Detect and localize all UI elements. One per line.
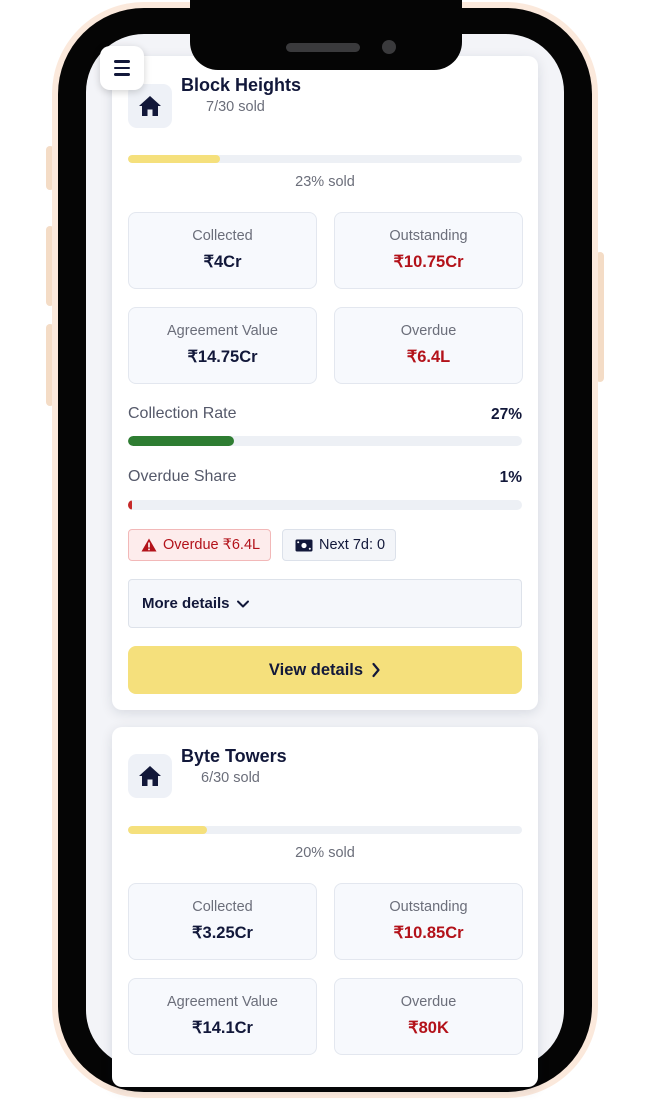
sold-percentage: 20% sold (295, 845, 355, 861)
overdue-label: Overdue (400, 994, 457, 1010)
property-icon-box (128, 84, 172, 128)
overdue-label: Overdue (400, 323, 457, 339)
units-sold: 7/30 sold (206, 99, 265, 115)
agreement-value-amount: ₹14.75Cr (187, 348, 258, 366)
property-card: Byte Towers 6/30 sold 20% sold Collected… (112, 727, 538, 1087)
collection-rate-bar (128, 436, 522, 446)
sold-progress-fill (128, 155, 220, 163)
cash-icon (295, 539, 313, 551)
property-icon-box (128, 754, 172, 798)
outstanding-value: ₹10.85Cr (393, 924, 464, 942)
more-details-toggle[interactable]: More details (128, 579, 522, 628)
agreement-value-label: Agreement Value (167, 323, 278, 339)
home-icon (139, 96, 161, 116)
overdue-share-label: Overdue Share (128, 468, 237, 485)
overdue-value: ₹6.4L (406, 348, 451, 366)
more-details-label: More details (142, 595, 230, 612)
next-7-days-chip[interactable]: Next 7d: 0 (282, 529, 397, 561)
chevron-down-icon (236, 600, 249, 607)
agreement-value-stat: Agreement Value ₹14.1Cr (128, 978, 317, 1055)
overdue-chip-label: Overdue ₹6.4L (163, 537, 261, 553)
chevron-right-icon (372, 662, 380, 678)
overdue-share-value: 1% (499, 469, 522, 486)
outstanding-stat: Outstanding ₹10.85Cr (334, 883, 523, 960)
overdue-stat: Overdue ₹80K (334, 978, 523, 1055)
overdue-stat: Overdue ₹6.4L (334, 307, 523, 384)
outstanding-stat: Outstanding ₹10.75Cr (334, 212, 523, 289)
collection-rate-label: Collection Rate (128, 405, 237, 422)
sold-percentage: 23% sold (295, 174, 355, 190)
menu-button[interactable] (100, 46, 144, 90)
collection-rate-fill (128, 436, 235, 446)
overdue-chip[interactable]: Overdue ₹6.4L (128, 529, 272, 561)
speaker-grille (286, 43, 360, 52)
sold-progress-bar (128, 826, 522, 834)
outstanding-value: ₹10.75Cr (393, 253, 464, 271)
collected-value: ₹4Cr (203, 253, 242, 271)
units-sold: 6/30 sold (201, 770, 260, 786)
view-details-label: View details (268, 660, 364, 679)
collected-label: Collected (192, 228, 253, 244)
outstanding-label: Outstanding (389, 228, 468, 244)
agreement-value-amount: ₹14.1Cr (192, 1019, 253, 1037)
outstanding-label: Outstanding (389, 899, 468, 915)
overdue-value: ₹80K (408, 1019, 449, 1037)
view-details-button[interactable]: View details (128, 646, 522, 694)
collection-rate-value: 27% (490, 406, 522, 423)
front-camera (382, 40, 396, 54)
sold-progress-fill (128, 826, 207, 834)
overdue-share-fill (128, 500, 132, 510)
next-7-days-label: Next 7d: 0 (319, 537, 386, 553)
collected-stat: Collected ₹3.25Cr (128, 883, 317, 960)
collected-value: ₹3.25Cr (192, 924, 253, 942)
warning-icon (141, 538, 157, 552)
agreement-value-label: Agreement Value (167, 994, 278, 1010)
property-name: Byte Towers (181, 746, 287, 766)
hamburger-menu-icon (114, 60, 130, 63)
home-icon (139, 766, 161, 786)
phone-notch (190, 0, 462, 70)
sold-progress-bar (128, 155, 522, 163)
property-name: Block Heights (181, 75, 302, 95)
agreement-value-stat: Agreement Value ₹14.75Cr (128, 307, 317, 384)
collected-label: Collected (192, 899, 253, 915)
collected-stat: Collected ₹4Cr (128, 212, 317, 289)
overdue-share-bar (128, 500, 522, 510)
property-card: Block Heights 7/30 sold 23% sold Collect… (112, 56, 538, 710)
